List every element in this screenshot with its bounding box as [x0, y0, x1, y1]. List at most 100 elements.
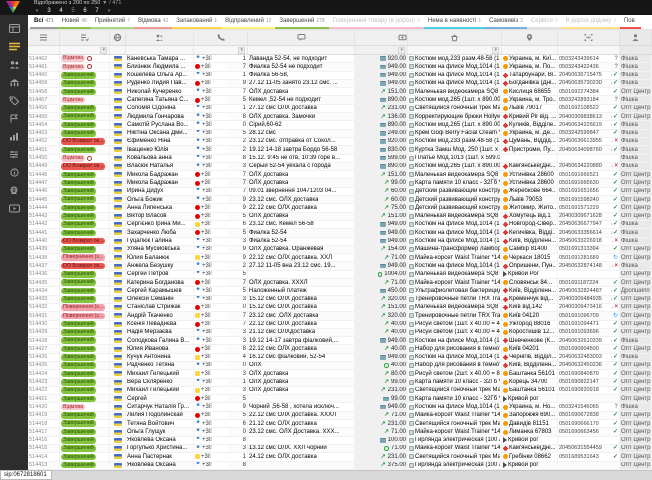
- tracking-number[interactable]: 20400309838613: [559, 113, 602, 120]
- tracking-number[interactable]: 0501690672838: [559, 412, 599, 419]
- filter-dropdown-icon[interactable]: ▾: [492, 47, 499, 54]
- manager-icon[interactable]: [620, 30, 652, 45]
- table-row-order-514423[interactable]: 514423ЗавершенийВера Скляренко*+381ОЛХ д…: [28, 379, 652, 387]
- tracking-number[interactable]: 20450634220880: [559, 163, 602, 170]
- table-row-order-514414[interactable]: 514414ЗавершенийАнна Пастернак+38124.12 …: [28, 453, 652, 461]
- sidebar-warehouse-icon[interactable]: [6, 77, 22, 88]
- range-dropdown-icon[interactable]: ▼: [102, 0, 107, 6]
- tracking-number[interactable]: 0501690840870: [559, 370, 599, 377]
- sidebar-dashboard-icon[interactable]: [6, 23, 22, 34]
- tracking-number[interactable]: 0501692274384: [559, 88, 599, 95]
- table-row-order-514458[interactable]: 514458ЗавершенийНиколай Кучеренко*+387ОЛ…: [28, 88, 652, 96]
- money-icon[interactable]: [355, 30, 408, 45]
- tracking-number[interactable]: 0501691096709: [559, 312, 599, 319]
- table-row-order-514460[interactable]: 514460ЗавершенийКошелева Ольга Ар...*+38…: [28, 72, 652, 80]
- table-row-order-514420[interactable]: 514420ВідмоваСитарчук Наталія Гр...*+389…: [28, 403, 652, 411]
- sidebar-notifications-icon[interactable]: [6, 113, 22, 124]
- table-row-order-514426[interactable]: 514426ЗавершенийКучук Антонина+38416.12 …: [28, 354, 652, 362]
- table-row-order-514441[interactable]: 514441ЗавершенийЗахарченко Люба+385Фиалк…: [28, 229, 652, 237]
- table-row-order-514456[interactable]: 514456ЗавершенийСоломія Сідоніна*+38127.…: [28, 105, 652, 113]
- tab-10[interactable]: Самовивіз2: [485, 15, 527, 29]
- sidebar-clients-icon[interactable]: [6, 59, 22, 70]
- table-row-order-514432[interactable]: 514432Повернення (з...Станіслав Стрижак+…: [28, 304, 652, 312]
- tab-4[interactable]: Відмова42: [134, 15, 172, 29]
- tracking-number[interactable]: 0501691093696: [559, 329, 599, 336]
- sidebar-orders-icon[interactable]: [6, 41, 22, 52]
- table-row-order-514422[interactable]: 514422ЗавершенийМихаил Гилецький+383ОЛХ …: [28, 387, 652, 395]
- table-row-order-514450[interactable]: 514450ВідмоваКовальова анна*+38815.12. 9…: [28, 155, 652, 163]
- tab-8[interactable]: Повернення товару (в дорозі)0: [329, 15, 424, 29]
- tracking-number[interactable]: 0501691665630: [559, 179, 599, 186]
- table-row-order-514427[interactable]: 514427ЗавершенийЮлия Иванова+38822.12 см…: [28, 345, 652, 353]
- table-row-order-514449[interactable]: 514449DO Возврат ок...Власюк Наталья*+38…: [28, 163, 652, 171]
- tracking-number[interactable]: 0501690666170: [559, 420, 599, 427]
- tracking-number[interactable]: 0501690904500: [559, 345, 599, 352]
- pagination-page-7[interactable]: 7: [94, 7, 100, 15]
- pagination-page-4[interactable]: 4: [58, 7, 64, 15]
- tracking-number[interactable]: 0501689531643: [559, 453, 599, 460]
- sidebar-settings-icon[interactable]: [6, 149, 22, 160]
- tracking-number[interactable]: 0503243422436: [559, 63, 599, 70]
- table-row-order-514433[interactable]: 514433ЗавершенийОлексій Семанін*+38315.1…: [28, 296, 652, 304]
- table-row-order-514462[interactable]: 514462ВідмоваКаневська Тамара ...*+381Ла…: [28, 55, 652, 63]
- tracking-number[interactable]: 0501691094471: [559, 321, 599, 328]
- tracking-number[interactable]: 0501690663456: [559, 428, 599, 435]
- tab-6[interactable]: Відправлений12: [221, 15, 275, 29]
- tracking-number[interactable]: 20450632874148: [559, 262, 602, 269]
- tab-1[interactable]: Всі471: [30, 15, 58, 29]
- table-row-order-514437[interactable]: 514437DO Возврат ок...Анжела Безушку*+38…: [28, 262, 652, 270]
- pagination-page-5[interactable]: 5: [70, 7, 76, 15]
- filter-dropdown-icon[interactable]: ▾: [238, 47, 245, 54]
- tracking-number[interactable]: 20450633226918: [559, 238, 602, 245]
- table-row-order-514425[interactable]: 514425ЗавершенийРадченко Тетяна*+380ОЛХ4…: [28, 362, 652, 370]
- tracking-number[interactable]: 20450636613955: [559, 138, 602, 145]
- table-row-order-514431[interactable]: 514431Повернення (з...Андрій Ткаченко+38…: [28, 312, 652, 320]
- table-row-order-514457[interactable]: 514457ВідмоваСапегина Татьяна С...+385Ке…: [28, 96, 652, 104]
- pagination-last-icon[interactable]: »: [106, 7, 112, 15]
- tracking-number[interactable]: 20450634226619: [559, 121, 602, 128]
- table-row-order-514461[interactable]: 514461ВідмоваБлизнюк Людмила ...+387Фиал…: [28, 63, 652, 71]
- tab-13[interactable]: Пов: [620, 15, 641, 29]
- tracking-number[interactable]: 0501690822147: [559, 379, 599, 386]
- table-row-order-514413[interactable]: 514413ЗавершенийЯковлева Оксана*+388↗375…: [28, 462, 652, 470]
- table-row-order-514421[interactable]: 514421ЗавершенийСергей+38599.00Карта пам…: [28, 395, 652, 403]
- tracking-number[interactable]: 20450633356614: [559, 229, 602, 236]
- table-row-order-514418[interactable]: 514418ЗавершенийТетяна Войтович*+38621.1…: [28, 420, 652, 428]
- tracking-number[interactable]: 20450634098760: [559, 146, 602, 153]
- tracking-number[interactable]: 0501692108522: [559, 105, 599, 112]
- table-row-order-514453[interactable]: 514453ЗавершенийНікітіна Оксана Дми...*+…: [28, 130, 652, 138]
- table-row-order-514436[interactable]: 514436ЗавершенийСергей Петров*+3851004.0…: [28, 271, 652, 279]
- tracking-number[interactable]: 20400309671628: [559, 213, 602, 220]
- table-row-order-514439[interactable]: 514439ЗавершенийУляна Мусійовська*+389ОЛ…: [28, 246, 652, 254]
- phone-icon[interactable]: [194, 30, 248, 45]
- pagination-first-icon[interactable]: «: [34, 7, 40, 15]
- table-row-order-514429[interactable]: 514429ЗавершенийНадія Мерзаєва*+38321.12…: [28, 329, 652, 337]
- table-row-order-514444[interactable]: 514444ЗавершенийАнна Липенська+38922.12 …: [28, 204, 652, 212]
- table-row-order-514454[interactable]: 514454ЗавершенийСамотій Руслана Во...*+3…: [28, 121, 652, 129]
- filter-dropdown-icon[interactable]: ▾: [398, 47, 405, 54]
- tracking-number[interactable]: 0501691666521: [559, 171, 599, 178]
- tracking-number[interactable]: 20450635730230: [559, 80, 602, 87]
- barcode-icon[interactable]: [558, 30, 620, 45]
- tracking-number[interactable]: 20450632824487: [559, 287, 602, 294]
- tab-12[interactable]: В дорозі додому0: [562, 15, 620, 29]
- table-row-order-514419[interactable]: 514419ЗавершенийЛилия Подолинская+38522.…: [28, 412, 652, 420]
- tab-5[interactable]: Запакований1: [172, 15, 221, 29]
- table-row-order-514448[interactable]: 514448ЗавершенийМикола Бадражан+387ОЛХ д…: [28, 171, 652, 179]
- sidebar-statistics-icon[interactable]: [6, 131, 22, 142]
- table-row-order-514417[interactable]: 514417ЗавершенийОльга Глущук*+38023.12 с…: [28, 428, 652, 436]
- tracking-number[interactable]: 0501691598240: [559, 196, 599, 203]
- tab-7[interactable]: Завершений278: [275, 15, 328, 29]
- table-row-order-514430[interactable]: 514430ЗавершенийКсенія Леваднєва+38722.1…: [28, 321, 652, 329]
- tracking-number[interactable]: 20450631554459: [559, 445, 602, 452]
- tracking-number[interactable]: 0503242893184: [559, 96, 599, 103]
- tracking-number[interactable]: 0501691313394: [559, 246, 599, 253]
- table-row-order-514452[interactable]: 514452DO Возврат ок...Єфименко Ніна*+382…: [28, 138, 652, 146]
- table-row-order-514459[interactable]: 514459ЗавершенийРуденко Лидия Пав...+389…: [28, 80, 652, 88]
- globe-icon[interactable]: [110, 30, 126, 45]
- tracking-number[interactable]: 0503242599847: [559, 130, 599, 137]
- tracking-number[interactable]: 0501691651656: [559, 188, 599, 195]
- tracking-number[interactable]: 20450632610339: [559, 337, 602, 344]
- status-list-icon[interactable]: [60, 30, 110, 45]
- tracking-number[interactable]: 0501691281689: [559, 254, 599, 261]
